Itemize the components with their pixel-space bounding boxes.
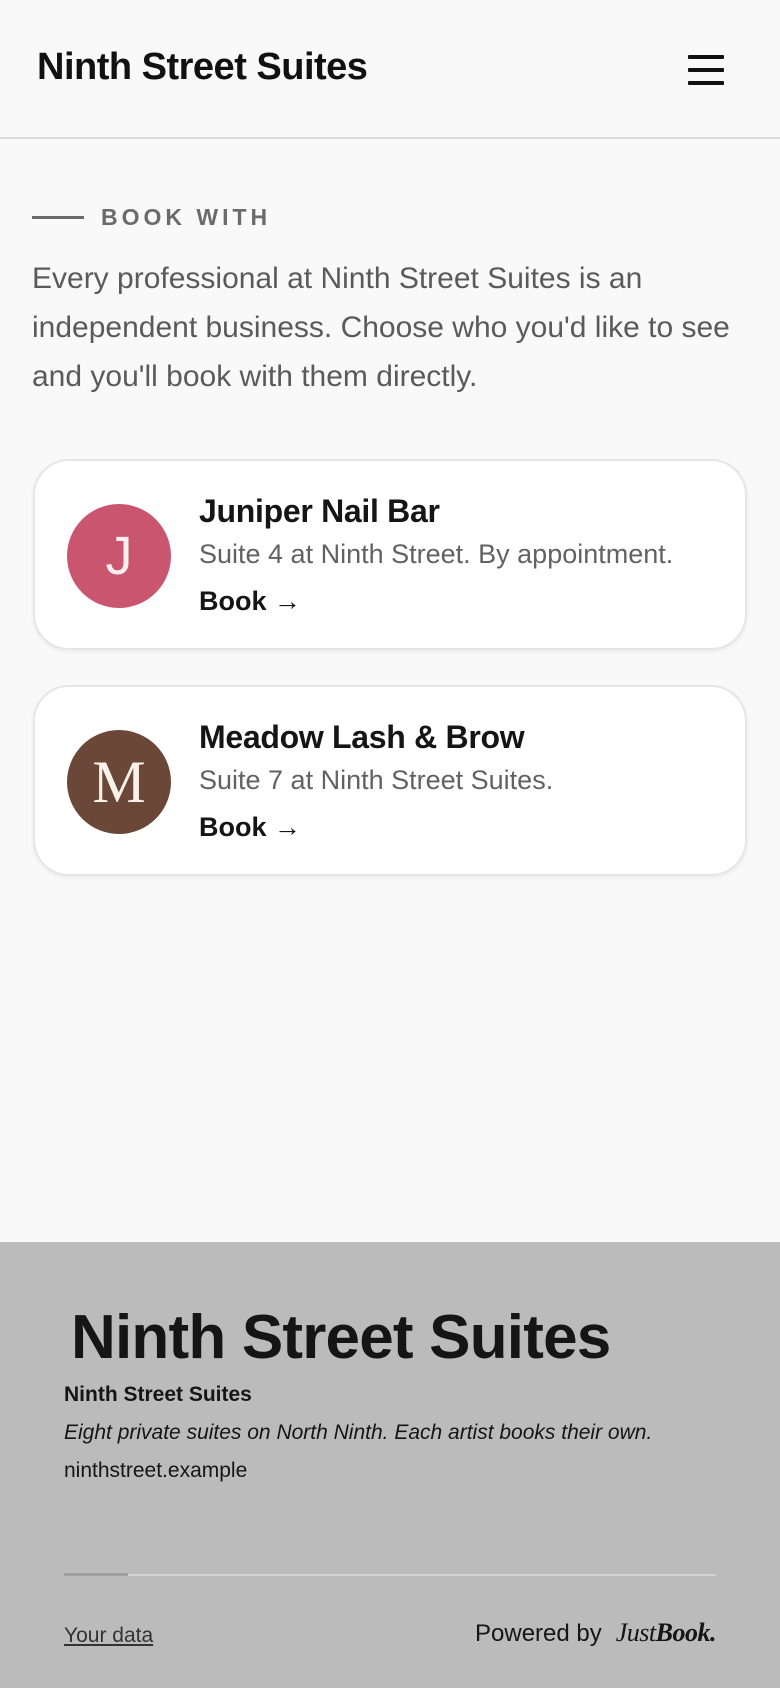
menu-bar <box>688 81 724 85</box>
provider-name: Meadow Lash & Brow <box>199 719 525 755</box>
site-header: Ninth Street Suites <box>0 0 780 139</box>
section-eyebrow: BOOK WITH <box>32 202 271 232</box>
powered-by[interactable]: Powered by JustBook. <box>475 1618 716 1648</box>
menu-bar <box>688 68 724 72</box>
avatar: M <box>67 730 171 834</box>
provider-name: Juniper Nail Bar <box>199 493 440 529</box>
your-data-link[interactable]: Your data <box>64 1624 153 1648</box>
hamburger-menu-icon[interactable] <box>684 50 728 90</box>
site-footer: Ninth Street Suites Ninth Street Suites … <box>0 1242 780 1688</box>
menu-bar <box>688 55 724 59</box>
footer-tagline: Eight private suites on North Ninth. Eac… <box>64 1421 653 1444</box>
provider-card-juniper[interactable]: J Juniper Nail Bar Suite 4 at Ninth Stre… <box>33 459 747 650</box>
provider-description: Suite 4 at Ninth Street. By appointment. <box>199 539 674 569</box>
page: Ninth Street Suites BOOK WITH Every prof… <box>0 0 780 1688</box>
powered-by-label: Powered by <box>475 1620 602 1647</box>
site-title[interactable]: Ninth Street Suites <box>37 46 368 89</box>
eyebrow-divider <box>32 215 84 219</box>
footer-business-name: Ninth Street Suites <box>64 1383 252 1406</box>
provider-card-meadow[interactable]: M Meadow Lash & Brow Suite 7 at Ninth St… <box>33 685 747 876</box>
footer-logo: Ninth Street Suites <box>71 1303 611 1372</box>
footer-website-link[interactable]: ninthstreet.example <box>64 1459 247 1483</box>
footer-divider <box>64 1574 716 1576</box>
eyebrow-label: BOOK WITH <box>101 203 272 230</box>
footer-divider-accent <box>64 1573 128 1576</box>
book-link[interactable]: Book → <box>199 586 301 617</box>
avatar: J <box>67 504 171 608</box>
provider-description: Suite 7 at Ninth Street Suites. <box>199 765 554 795</box>
intro-text: Every professional at Ninth Street Suite… <box>32 262 730 393</box>
justbook-logo: JustBook. <box>615 1618 717 1648</box>
brand-prefix: Just <box>615 1618 656 1647</box>
book-link[interactable]: Book → <box>199 812 301 843</box>
brand-suffix: Book. <box>655 1618 717 1647</box>
